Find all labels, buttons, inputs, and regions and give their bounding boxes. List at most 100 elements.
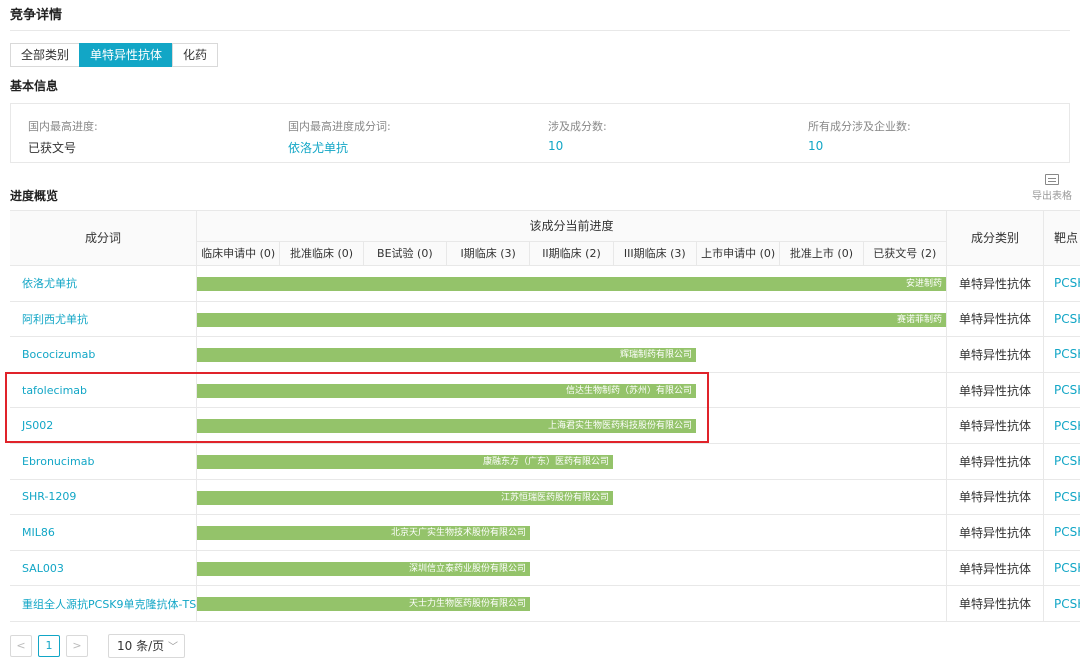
progress-bar: 康融东方（广东）医药有限公司 [197, 454, 613, 469]
progress-cell: 赛诺菲制药 [197, 302, 946, 337]
progress-bar: 辉瑞制药有限公司 [197, 348, 696, 363]
export-label: 导出表格 [1032, 191, 1072, 202]
target-link[interactable]: PCSK9 [1044, 266, 1080, 301]
category-cell: 单特异性抗体 [946, 301, 1044, 337]
stage-phase-1: I期临床 (3) [447, 242, 531, 266]
pagination: < 1 > 10 条/页 ﹀ [10, 634, 185, 658]
category-cell: 单特异性抗体 [946, 372, 1044, 408]
stage-phase-2: II期临床 (2) [530, 242, 614, 266]
table-row: 依洛尤单抗 安进制药 单特异性抗体 PCSK9 [10, 266, 1080, 302]
stage-approval-number: 已获文号 (2) [873, 247, 937, 260]
target-link[interactable]: PCSK9 [1044, 302, 1080, 337]
table-row: JS002 上海君实生物医药科技股份有限公司 单特异性抗体 PCSK9 [10, 408, 1080, 444]
category-cell: 单特异性抗体 [946, 586, 1044, 621]
ingredient-link[interactable]: 重组全人源抗PCSK9单克隆抗体-TSL [10, 586, 197, 621]
target-link[interactable]: PCSK9 [1044, 337, 1080, 372]
table-export-icon [1045, 174, 1059, 185]
ingredient-link[interactable]: Bococizumab [10, 337, 197, 372]
page-size-label: 10 条/页 [117, 639, 165, 653]
progress-bar: 赛诺菲制药 [197, 312, 946, 327]
table-body: 依洛尤单抗 安进制药 单特异性抗体 PCSK9 阿利西尤单抗 赛诺菲制药 单特异… [10, 266, 1080, 622]
category-cell: 单特异性抗体 [946, 479, 1044, 515]
target-link[interactable]: PCSK9 [1044, 373, 1080, 408]
category-cell: 单特异性抗体 [946, 443, 1044, 479]
table-row: SHR-1209 江苏恒瑞医药股份有限公司 单特异性抗体 PCSK9 [10, 479, 1080, 516]
column-header-progress: 该成分当前进度 [197, 211, 946, 242]
category-cell: 单特异性抗体 [946, 266, 1044, 301]
progress-cell: 信达生物制药（苏州）有限公司 [197, 373, 946, 408]
progress-cell: 安进制药 [197, 266, 946, 301]
ingredient-link[interactable]: Ebronucimab [10, 443, 197, 479]
target-link[interactable]: PCSK9 [1044, 444, 1080, 479]
info-value-link[interactable]: 10 [808, 139, 911, 153]
table-row: SAL003 深圳信立泰药业股份有限公司 单特异性抗体 PCSK9 [10, 550, 1080, 587]
target-link[interactable]: PCSK9 [1044, 586, 1080, 621]
tab-all-categories[interactable]: 全部类别 [10, 43, 81, 67]
title-divider [10, 30, 1070, 31]
info-label: 涉及成分数: [548, 120, 607, 133]
progress-bar: 北京天广实生物技术股份有限公司 [197, 526, 530, 541]
target-link[interactable]: PCSK9 [1044, 408, 1080, 443]
info-value-link[interactable]: 10 [548, 139, 607, 153]
progress-bar: 上海君实生物医药科技股份有限公司 [197, 419, 696, 434]
ingredient-link[interactable]: JS002 [10, 408, 197, 443]
stage-market-approved: 批准上市 (0) [780, 242, 864, 266]
column-header-target: 靶点 [1054, 231, 1079, 245]
tab-chemical-drug[interactable]: 化药 [172, 43, 219, 67]
stage-clinical-approved: 批准临床 (0) [280, 242, 364, 266]
page-number-button[interactable]: 1 [38, 635, 60, 657]
page-title: 竞争详情 [10, 8, 63, 23]
tab-monospecific-antibody[interactable]: 单特异性抗体 [79, 43, 174, 67]
progress-bar: 江苏恒瑞医药股份有限公司 [197, 490, 613, 505]
category-cell: 单特异性抗体 [946, 550, 1044, 586]
info-highest-progress-ingredient: 国内最高进度成分词: 依洛尤单抗 [288, 118, 391, 156]
info-label: 国内最高进度: [28, 120, 98, 133]
progress-cell: 康融东方（广东）医药有限公司 [197, 444, 946, 479]
prev-page-button[interactable]: < [10, 635, 32, 657]
target-link[interactable]: PCSK9 [1044, 551, 1080, 586]
basic-info-title: 基本信息 [10, 79, 59, 93]
target-link[interactable]: PCSK9 [1044, 480, 1080, 515]
progress-table: 成分词 该成分当前进度 临床申请中 (0) 批准临床 (0) BE试验 (0) … [10, 210, 1080, 622]
info-value-link[interactable]: 依洛尤单抗 [288, 139, 391, 156]
info-label: 国内最高进度成分词: [288, 120, 391, 133]
stage-headers: 临床申请中 (0) 批准临床 (0) BE试验 (0) I期临床 (3) II期… [197, 242, 946, 266]
progress-cell: 北京天广实生物技术股份有限公司 [197, 515, 946, 550]
next-page-button[interactable]: > [66, 635, 88, 657]
page-size-select[interactable]: 10 条/页 ﹀ [108, 634, 185, 658]
column-header-category: 成分类别 [946, 211, 1044, 266]
table-row: 重组全人源抗PCSK9单克隆抗体-TSL 天士力生物医药股份有限公司 单特异性抗… [10, 586, 1080, 622]
info-value: 已获文号 [28, 141, 77, 155]
stage-phase-3: III期临床 (3) [614, 242, 697, 266]
table-row: Bococizumab 辉瑞制药有限公司 单特异性抗体 PCSK9 [10, 337, 1080, 373]
chevron-down-icon: ﹀ [167, 642, 178, 653]
ingredient-link[interactable]: 依洛尤单抗 [10, 266, 197, 301]
ingredient-link[interactable]: SAL003 [10, 550, 197, 586]
progress-bar: 深圳信立泰药业股份有限公司 [197, 561, 530, 576]
progress-cell: 辉瑞制药有限公司 [197, 337, 946, 372]
ingredient-link[interactable]: MIL86 [10, 515, 197, 550]
stage-clinical-application: 临床申请中 (0) [197, 242, 281, 266]
info-ingredient-count: 涉及成分数: 10 [548, 118, 607, 153]
info-label: 所有成分涉及企业数: [808, 120, 911, 133]
export-table-button[interactable]: 导出表格 [1032, 174, 1072, 202]
target-link[interactable]: PCSK9 [1044, 515, 1080, 550]
info-highest-progress: 国内最高进度: 已获文号 [28, 118, 98, 156]
progress-cell: 深圳信立泰药业股份有限公司 [197, 551, 946, 586]
progress-overview-title: 进度概览 [10, 189, 59, 203]
ingredient-link[interactable]: tafolecimab [10, 372, 197, 408]
basic-info-panel: 国内最高进度: 已获文号 国内最高进度成分词: 依洛尤单抗 涉及成分数: 10 … [10, 103, 1070, 163]
table-header: 成分词 该成分当前进度 临床申请中 (0) 批准临床 (0) BE试验 (0) … [10, 211, 1080, 266]
category-tabs: 全部类别 单特异性抗体 化药 [10, 43, 219, 67]
ingredient-link[interactable]: SHR-1209 [10, 479, 197, 515]
ingredient-link[interactable]: 阿利西尤单抗 [10, 301, 197, 337]
category-cell: 单特异性抗体 [946, 337, 1044, 372]
column-header-ingredient: 成分词 [10, 211, 197, 266]
table-row: 阿利西尤单抗 赛诺菲制药 单特异性抗体 PCSK9 [10, 301, 1080, 338]
table-row: Ebronucimab 康融东方（广东）医药有限公司 单特异性抗体 PCSK9 [10, 443, 1080, 480]
category-cell: 单特异性抗体 [946, 515, 1044, 550]
progress-cell: 江苏恒瑞医药股份有限公司 [197, 480, 946, 515]
table-row: MIL86 北京天广实生物技术股份有限公司 单特异性抗体 PCSK9 [10, 515, 1080, 551]
progress-cell: 天士力生物医药股份有限公司 [197, 586, 946, 621]
stage-market-application: 上市申请中 (0) [697, 242, 781, 266]
